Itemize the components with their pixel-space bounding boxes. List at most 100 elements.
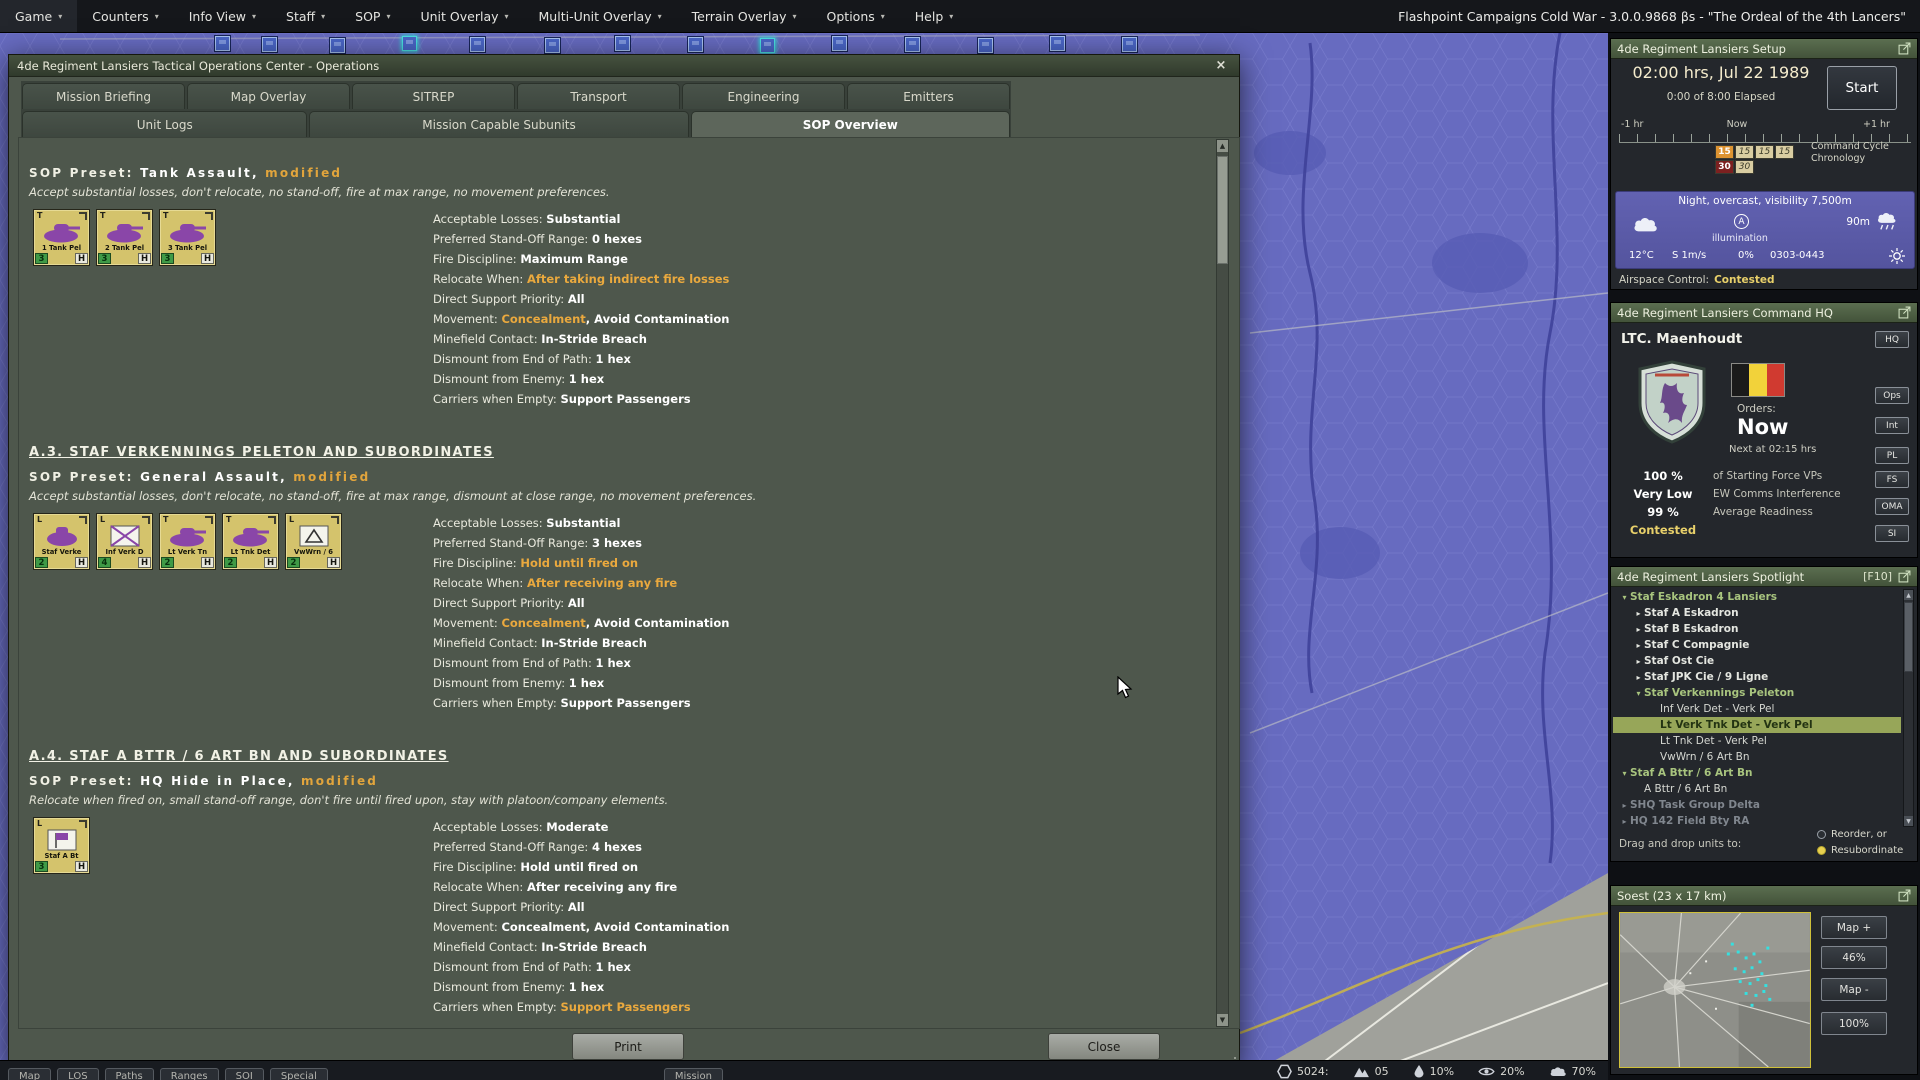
scroll-down-icon[interactable]: ▼: [1217, 1014, 1228, 1026]
menu-game[interactable]: Game▾: [0, 0, 77, 32]
tree-item[interactable]: ▾Staf Eskadron 4 Lansiers: [1613, 589, 1901, 605]
menu-staff[interactable]: Staff▾: [271, 0, 340, 32]
map-zoom-in-button[interactable]: Map +: [1821, 916, 1887, 939]
menu-sop[interactable]: SOP▾: [340, 0, 405, 32]
menu-multi-unit-overlay[interactable]: Multi-Unit Overlay▾: [524, 0, 677, 32]
friendly-unit-marker[interactable]: [470, 37, 485, 52]
toolbar-paths-button[interactable]: Paths: [105, 1068, 154, 1080]
tab-mission-briefing[interactable]: Mission Briefing: [22, 83, 185, 109]
friendly-unit-marker[interactable]: [615, 36, 630, 51]
unit-counter[interactable]: TLt Tnk Det2H: [222, 513, 279, 570]
radio-resubordinate[interactable]: Resubordinate: [1817, 845, 1903, 856]
tab-sitrep[interactable]: SITREP: [352, 83, 515, 109]
unit-counter[interactable]: T1 Tank Pel3H: [33, 209, 90, 266]
unit-counter[interactable]: TLt Verk Tn2H: [159, 513, 216, 570]
scroll-up-icon[interactable]: ▲: [1904, 590, 1913, 600]
hq-int-button[interactable]: Int: [1875, 417, 1909, 434]
right-sidebar: 4de Regiment Lansiers Setup 02:00 hrs, J…: [1608, 33, 1920, 1080]
scroll-up-icon[interactable]: ▲: [1217, 140, 1228, 152]
friendly-unit-marker[interactable]: [402, 36, 417, 51]
popout-icon[interactable]: [1898, 42, 1911, 55]
friendly-unit-marker[interactable]: [545, 38, 560, 53]
zoom-46-button[interactable]: 46%: [1821, 946, 1887, 969]
tree-item[interactable]: VwWrn / 6 Art Bn: [1613, 749, 1901, 765]
tab-emitters[interactable]: Emitters: [847, 83, 1010, 109]
friendly-unit-marker[interactable]: [688, 37, 703, 52]
hq-si-button[interactable]: SI: [1875, 525, 1909, 542]
friendly-unit-marker[interactable]: [215, 36, 230, 51]
friendly-unit-marker[interactable]: [1122, 37, 1137, 52]
unit-counter[interactable]: LStaf Verke2H: [33, 513, 90, 570]
weather-widget[interactable]: Night, overcast, visibility 7,500m A ill…: [1615, 191, 1915, 269]
scrollbar-thumb[interactable]: [1904, 602, 1913, 672]
tree-item[interactable]: ▸Staf C Compagnie: [1613, 637, 1901, 653]
friendly-unit-marker[interactable]: [905, 37, 920, 52]
close-icon[interactable]: ×: [1211, 58, 1231, 73]
hq-pl-button[interactable]: PL: [1875, 447, 1909, 464]
unit-counter[interactable]: LVwWrn / 62H: [285, 513, 342, 570]
scroll-down-icon[interactable]: ▼: [1904, 816, 1913, 826]
friendly-unit-marker[interactable]: [262, 37, 277, 52]
unit-counter[interactable]: T2 Tank Pel3H: [96, 209, 153, 266]
tree-item[interactable]: Lt Verk Tnk Det - Verk Pel: [1613, 717, 1901, 733]
unit-counter[interactable]: T3 Tank Pel3H: [159, 209, 216, 266]
menu-info-view[interactable]: Info View▾: [174, 0, 271, 32]
tree-item[interactable]: ▸Staf A Eskadron: [1613, 605, 1901, 621]
menu-options[interactable]: Options▾: [812, 0, 900, 32]
toolbar-special-button[interactable]: Special: [270, 1068, 328, 1080]
menu-terrain-overlay[interactable]: Terrain Overlay▾: [677, 0, 812, 32]
scrollbar-thumb[interactable]: [1217, 156, 1228, 264]
hq-fs-button[interactable]: FS: [1875, 471, 1909, 488]
radio-unchecked-icon[interactable]: [1817, 830, 1826, 839]
toolbar-mission-button[interactable]: Mission: [664, 1068, 723, 1080]
friendly-unit-marker[interactable]: [978, 38, 993, 53]
tree-item[interactable]: ▾Staf Verkennings Peleton: [1613, 685, 1901, 701]
tree-item[interactable]: ▸Staf Ost Cie: [1613, 653, 1901, 669]
tab-map-overlay[interactable]: Map Overlay: [187, 83, 350, 109]
friendly-unit-marker[interactable]: [832, 36, 847, 51]
start-button[interactable]: Start: [1827, 66, 1897, 110]
menu-help[interactable]: Help▾: [900, 0, 969, 32]
tree-item[interactable]: ▸Staf JPK Cie / 9 Ligne: [1613, 669, 1901, 685]
popout-icon[interactable]: [1898, 306, 1911, 319]
hq-button[interactable]: HQ: [1875, 331, 1909, 348]
hq-ops-button[interactable]: Ops: [1875, 387, 1909, 404]
tree-item[interactable]: ▸SHQ Task Group Delta: [1613, 797, 1901, 813]
tree-scrollbar[interactable]: ▲ ▼: [1903, 589, 1914, 827]
zoom-100-button[interactable]: 100%: [1821, 1012, 1887, 1035]
minimap[interactable]: [1619, 912, 1811, 1068]
friendly-unit-marker[interactable]: [330, 38, 345, 53]
toolbar-ranges-button[interactable]: Ranges: [160, 1068, 219, 1080]
tab-engineering[interactable]: Engineering: [682, 83, 845, 109]
tab-transport[interactable]: Transport: [517, 83, 680, 109]
sop-setting: Acceptable Losses: Substantial: [433, 209, 729, 229]
friendly-unit-marker[interactable]: [760, 38, 775, 53]
tree-item[interactable]: Lt Tnk Det - Verk Pel: [1613, 733, 1901, 749]
hq-oma-button[interactable]: OMA: [1875, 498, 1909, 515]
tree-item[interactable]: A Bttr / 6 Art Bn: [1613, 781, 1901, 797]
friendly-unit-marker[interactable]: [1050, 36, 1065, 51]
popout-icon[interactable]: [1898, 889, 1911, 902]
popout-icon[interactable]: [1898, 570, 1911, 583]
radio-reorder[interactable]: Reorder, or: [1817, 829, 1887, 840]
tree-item[interactable]: Inf Verk Det - Verk Pel: [1613, 701, 1901, 717]
tree-item[interactable]: ▾Staf A Bttr / 6 Art Bn: [1613, 765, 1901, 781]
toolbar-los-button[interactable]: LOS: [57, 1068, 98, 1080]
tab-unit-logs[interactable]: Unit Logs: [22, 111, 307, 137]
close-button[interactable]: Close: [1048, 1033, 1160, 1060]
tree-item[interactable]: ▸HQ 142 Field Bty RA: [1613, 813, 1901, 827]
dialog-scrollbar[interactable]: ▲ ▼: [1216, 139, 1229, 1027]
unit-counter[interactable]: LInf Verk D4H: [96, 513, 153, 570]
tree-item[interactable]: ▸Staf B Eskadron: [1613, 621, 1901, 637]
map-zoom-out-button[interactable]: Map -: [1821, 978, 1887, 1001]
radio-checked-icon[interactable]: [1817, 846, 1826, 855]
print-button[interactable]: Print: [572, 1033, 684, 1060]
tab-sop-overview[interactable]: SOP Overview: [691, 111, 1011, 137]
dialog-titlebar[interactable]: 4de Regiment Lansiers Tactical Operation…: [9, 55, 1239, 77]
toolbar-soi-button[interactable]: SOI: [225, 1068, 264, 1080]
menu-counters[interactable]: Counters▾: [77, 0, 173, 32]
toolbar-map-button[interactable]: Map: [8, 1068, 51, 1080]
menu-unit-overlay[interactable]: Unit Overlay▾: [405, 0, 523, 32]
unit-counter[interactable]: LStaf A Bt3H: [33, 817, 90, 874]
tab-mission-capable-subunits[interactable]: Mission Capable Subunits: [309, 111, 688, 137]
